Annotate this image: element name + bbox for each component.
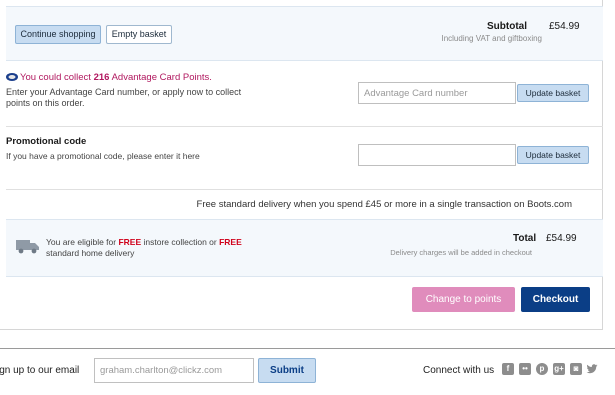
total-value: £54.99 (546, 233, 577, 244)
free-delivery-badge: FREE (219, 237, 242, 247)
change-to-points-button[interactable]: Change to points (412, 287, 515, 312)
promo-description: If you have a promotional code, please e… (6, 151, 200, 161)
facebook-icon[interactable]: f (502, 363, 514, 375)
free-collection-badge: FREE (118, 237, 142, 247)
promo-code-input[interactable] (358, 144, 516, 166)
advantage-points-value: 216 (93, 72, 110, 83)
total-label: Total (513, 233, 537, 244)
google-plus-icon[interactable]: g+ (553, 363, 565, 375)
eligible-middle: instore collection or (141, 237, 220, 247)
delivery-truck-icon (16, 240, 39, 254)
advantage-title-suffix: Advantage Card Points. (109, 72, 212, 83)
connect-label: Connect with us (423, 365, 495, 376)
basket-summary-band: Continue shopping Empty basket Subtotal … (6, 6, 603, 61)
continue-shopping-button[interactable]: Continue shopping (15, 25, 101, 44)
submit-button[interactable]: Submit (258, 358, 316, 383)
email-signup-input[interactable] (94, 358, 254, 383)
pinterest-icon[interactable]: p (536, 363, 548, 375)
eligible-delivery-message: You are eligible for FREE instore collec… (46, 237, 256, 259)
subtotal-label: Subtotal (487, 21, 527, 32)
advantage-update-basket-button[interactable]: Update basket (517, 84, 589, 102)
advantage-title-prefix: You could collect (20, 72, 94, 83)
twitter-icon[interactable] (586, 363, 598, 375)
instagram-icon[interactable]: ◙ (570, 363, 582, 375)
basket-panel: Continue shopping Empty basket Subtotal … (0, 0, 603, 330)
subtotal-value: £54.99 (549, 21, 580, 32)
empty-basket-button[interactable]: Empty basket (106, 25, 172, 44)
flickr-icon[interactable]: •• (519, 363, 531, 375)
checkout-button[interactable]: Checkout (521, 287, 590, 312)
advantage-card-section: You could collect 216 Advantage Card Poi… (6, 62, 603, 127)
email-signup-label: ign up to our email (0, 365, 80, 376)
total-band: You are eligible for FREE instore collec… (6, 219, 603, 277)
delivery-charges-note: Delivery charges will be added in checko… (390, 248, 532, 257)
promo-code-section: Promotional code If you have a promotion… (6, 128, 603, 190)
promo-title: Promotional code (6, 136, 87, 147)
free-delivery-message: Free standard delivery when you spend £4… (196, 199, 572, 210)
promo-update-basket-button[interactable]: Update basket (517, 146, 589, 164)
advantage-description: Enter your Advantage Card number, or app… (6, 87, 242, 108)
eligible-prefix: You are eligible for (46, 237, 119, 247)
vat-note: Including VAT and giftboxing (441, 34, 542, 43)
advantage-points-message: You could collect 216 Advantage Card Poi… (20, 72, 212, 83)
advantage-card-input[interactable] (358, 82, 516, 104)
advantage-card-icon (6, 73, 18, 81)
eligible-suffix: standard home delivery (46, 248, 135, 258)
footer: ign up to our email Submit Connect with … (0, 348, 615, 395)
